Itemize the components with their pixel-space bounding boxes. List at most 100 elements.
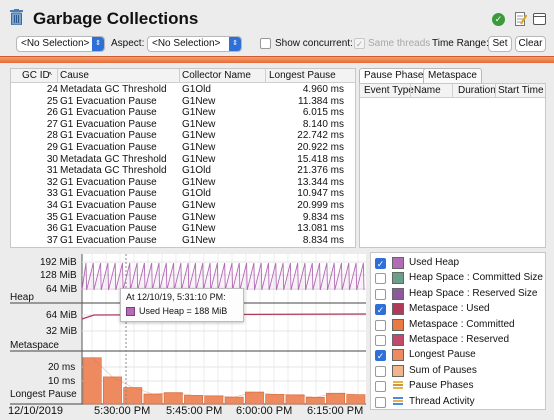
legend-checkbox[interactable] — [375, 319, 386, 331]
legend-item[interactable]: Heap Space : Committed Size — [375, 271, 547, 285]
pause-tick: 10 ms — [48, 376, 76, 387]
table-row[interactable]: 34 G1 Evacuation Pause G1New 20.999 ms — [11, 200, 355, 212]
table-row[interactable]: 24 Metadata GC Threshold G1Old 4.960 ms — [11, 84, 355, 96]
legend-item[interactable]: ✓ Longest Pause — [375, 348, 547, 362]
tab-metaspace[interactable]: Metaspace — [423, 68, 482, 83]
time-tick: 5:30:00 PM — [94, 405, 151, 417]
table-row[interactable]: 29 G1 Evacuation Pause G1New 20.922 ms — [11, 142, 355, 154]
gc-chart[interactable]: 192 MiB 128 MiB 64 MiB Heap 64 MiB 32 Mi… — [0, 252, 368, 420]
pause-bar[interactable] — [224, 396, 244, 405]
table-row[interactable]: 26 G1 Evacuation Pause G1New 6.015 ms — [11, 107, 355, 119]
table-row[interactable]: 25 G1 Evacuation Pause G1New 11.384 ms — [11, 96, 355, 108]
legend-item[interactable]: ✓ Metaspace : Used — [375, 302, 547, 316]
pause-phases-table: Event Type Name Duration Start Time — [359, 83, 546, 248]
pause-bar[interactable] — [143, 393, 163, 405]
time-tick: 6:00:00 PM — [236, 405, 293, 417]
gc-id-cell: 27 — [46, 118, 58, 130]
legend-checkbox[interactable] — [375, 396, 386, 408]
cause-cell: G1 Evacuation Pause — [60, 234, 157, 246]
collector-cell: G1New — [182, 176, 216, 188]
collector-cell: G1Old — [182, 188, 211, 200]
table-row[interactable]: 35 G1 Evacuation Pause G1New 9.834 ms — [11, 211, 355, 224]
chart-legend: ✓ Used Heap Heap Space : Committed Size Hea… — [370, 252, 546, 410]
collector-cell: G1New — [182, 200, 216, 211]
col-gc-id[interactable]: GC ID — [22, 70, 50, 81]
table-row[interactable]: 30 Metadata GC Threshold G1New 15.418 ms — [11, 153, 355, 166]
collector-cell: G1New — [182, 130, 216, 142]
pause-bar[interactable] — [103, 376, 122, 405]
show-concurrent-checkbox[interactable] — [260, 38, 271, 49]
time-tick: 5:45:00 PM — [166, 405, 223, 417]
legend-label: Heap Space : Reserved Size — [409, 287, 538, 299]
edit-icon[interactable] — [515, 12, 527, 26]
heap-section-label: Heap — [10, 292, 34, 303]
collector-cell: G1Old — [182, 84, 211, 95]
pause-bar[interactable] — [204, 395, 224, 405]
pause-bar[interactable] — [82, 357, 102, 405]
aspect-dropdown[interactable]: <No Selection> ⇕ — [147, 36, 242, 52]
collector-cell: G1New — [182, 118, 216, 130]
pause-cell: 20.999 ms — [297, 200, 344, 211]
toolbar: <No Selection> ⇕ Aspect: <No Selection> … — [0, 34, 554, 54]
col-duration[interactable]: Duration — [458, 85, 496, 96]
legend-item[interactable]: Metaspace : Committed — [375, 318, 547, 332]
selection-dropdown[interactable]: <No Selection> ⇕ — [16, 36, 105, 52]
pause-cell: 20.922 ms — [297, 142, 344, 153]
table-row[interactable]: 33 G1 Evacuation Pause G1Old 10.947 ms — [11, 188, 355, 200]
pause-bar[interactable] — [305, 397, 325, 405]
legend-item[interactable]: Metaspace : Reserved — [375, 333, 547, 347]
col-cause[interactable]: Cause — [60, 70, 89, 81]
legend-item[interactable]: Heap Space : Reserved Size — [375, 287, 547, 301]
col-name[interactable]: Name — [414, 85, 441, 96]
pause-bar[interactable] — [346, 394, 366, 405]
pause-cell: 8.834 ms — [302, 234, 344, 246]
legend-item[interactable]: ✓ Used Heap — [375, 256, 547, 270]
table-row[interactable]: 31 Metadata GC Threshold G1Old 21.376 ms — [11, 165, 355, 177]
table-row[interactable]: 36 G1 Evacuation Pause G1New 13.081 ms — [11, 223, 355, 235]
pause-cell: 10.947 ms — [297, 188, 344, 200]
show-concurrent-label: Show concurrent: — [275, 38, 353, 49]
pause-bar[interactable] — [326, 392, 345, 405]
legend-checkbox[interactable] — [375, 288, 386, 300]
legend-swatch — [392, 318, 404, 331]
legend-checkbox[interactable]: ✓ — [375, 304, 386, 316]
legend-checkbox[interactable]: ✓ — [375, 350, 386, 362]
legend-label: Pause Phases — [409, 380, 474, 392]
check-status-icon[interactable]: ✓ — [492, 13, 505, 26]
same-threads-checkbox[interactable]: ✓ — [354, 38, 365, 49]
pause-bar[interactable] — [184, 395, 203, 405]
collector-cell: G1New — [182, 153, 216, 165]
legend-item[interactable]: Pause Phases — [375, 379, 547, 393]
set-button[interactable]: Set — [488, 36, 512, 52]
legend-item[interactable]: Thread Activity — [375, 395, 547, 409]
pause-bar[interactable] — [265, 394, 285, 405]
legend-checkbox[interactable] — [375, 381, 386, 393]
chevron-updown-icon: ⇕ — [229, 37, 241, 51]
col-collector[interactable]: Collector Name — [182, 70, 251, 81]
col-event-type[interactable]: Event Type — [364, 85, 414, 96]
legend-checkbox[interactable]: ✓ — [375, 258, 386, 269]
cause-cell: G1 Evacuation Pause — [60, 211, 157, 223]
col-longest-pause[interactable]: Longest Pause — [269, 70, 336, 81]
pause-bar[interactable] — [285, 394, 305, 405]
pause-bar[interactable] — [163, 392, 183, 405]
legend-checkbox[interactable] — [375, 335, 386, 346]
legend-item[interactable]: Sum of Pauses — [375, 364, 547, 378]
cause-cell: G1 Evacuation Pause — [60, 223, 157, 235]
table-row[interactable]: 28 G1 Evacuation Pause G1New 22.742 ms — [11, 130, 355, 142]
legend-label: Metaspace : Used — [409, 303, 490, 315]
aspect-label: Aspect: — [111, 38, 145, 49]
cause-cell: Metadata GC Threshold — [60, 165, 167, 177]
panel-layout-icon[interactable] — [533, 13, 546, 25]
collector-cell: G1New — [182, 211, 216, 223]
table-row[interactable]: 27 G1 Evacuation Pause G1New 8.140 ms — [11, 118, 355, 131]
page-header: Garbage Collections ✓ — [0, 0, 554, 32]
legend-checkbox[interactable] — [375, 273, 386, 285]
table-row[interactable]: 32 G1 Evacuation Pause G1New 13.344 ms — [11, 176, 355, 189]
table-row[interactable]: 37 G1 Evacuation Pause G1New 8.834 ms — [11, 234, 355, 247]
col-start-time[interactable]: Start Time — [498, 85, 544, 96]
gc-id-cell: 33 — [46, 188, 58, 200]
legend-swatch — [392, 257, 404, 269]
legend-checkbox[interactable] — [375, 365, 386, 377]
clear-button[interactable]: Clear — [515, 36, 546, 52]
